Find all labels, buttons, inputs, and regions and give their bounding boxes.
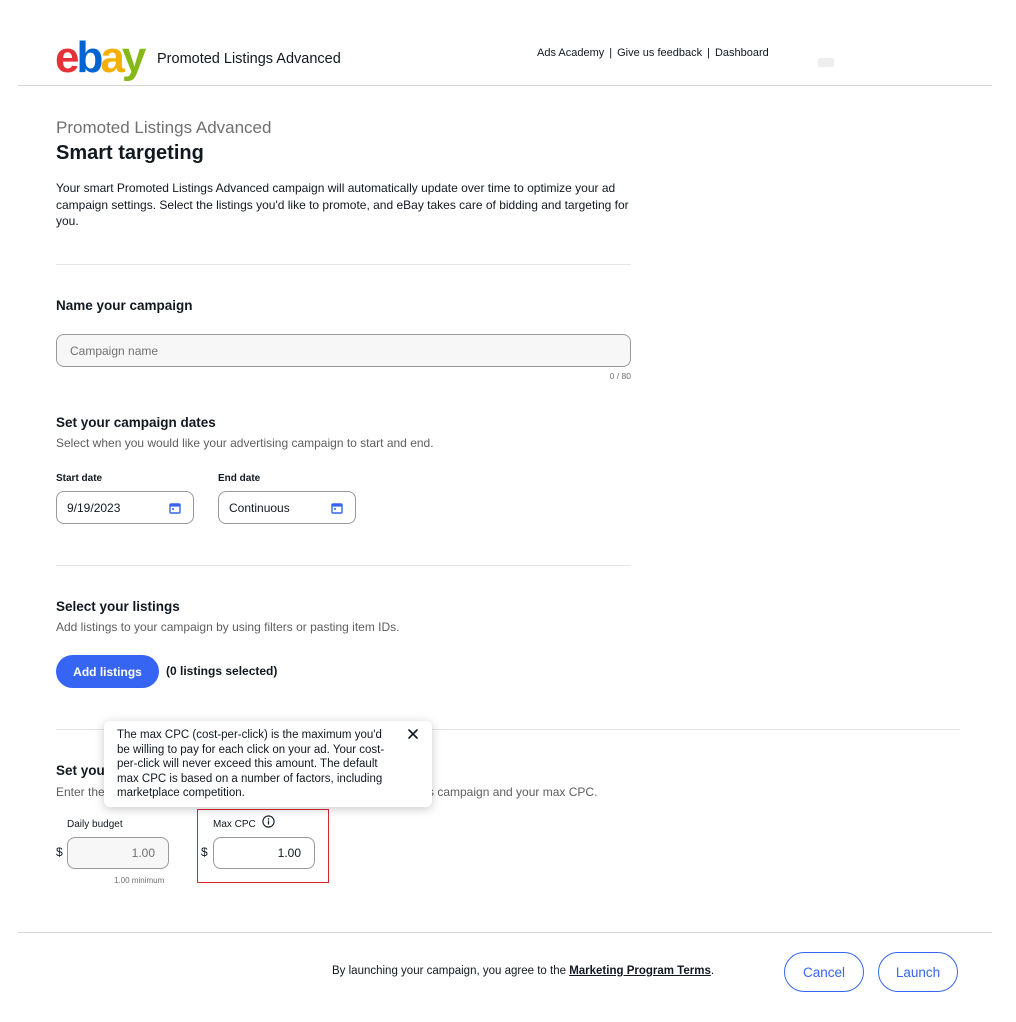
tooltip-close-button[interactable] <box>406 727 420 741</box>
give-feedback-link[interactable]: Give us feedback <box>617 47 702 59</box>
end-date-label: End date <box>218 473 261 484</box>
listings-section-subtitle: Add listings to your campaign by using f… <box>56 620 400 634</box>
currency-symbol: $ <box>56 845 63 859</box>
budget-section-subtitle-start: Enter the <box>56 785 105 799</box>
start-date-value: 9/19/2023 <box>67 500 121 515</box>
max-cpc-input[interactable] <box>213 837 315 869</box>
close-icon <box>408 729 418 739</box>
listings-selected-count: (0 listings selected) <box>166 664 278 678</box>
start-date-label: Start date <box>56 473 103 484</box>
cancel-button[interactable]: Cancel <box>784 952 864 992</box>
name-section-title: Name your campaign <box>56 298 193 313</box>
logo-letter-y: y <box>121 33 147 82</box>
section-divider <box>56 565 631 566</box>
page-eyebrow: Promoted Listings Advanced <box>56 118 272 137</box>
max-cpc-tooltip: The max CPC (cost-per-click) is the maxi… <box>104 721 432 807</box>
page-intro: Your smart Promoted Listings Advanced ca… <box>56 181 629 228</box>
ads-academy-link[interactable]: Ads Academy <box>537 47 604 59</box>
terms-notice: By launching your campaign, you agree to… <box>332 965 714 977</box>
ebay-logo[interactable]: ebay <box>55 33 147 82</box>
launch-button[interactable]: Launch <box>878 952 958 992</box>
tooltip-text: The max CPC (cost-per-click) is the maxi… <box>117 729 385 800</box>
calendar-icon[interactable] <box>331 502 343 514</box>
dates-section-title: Set your campaign dates <box>56 415 216 430</box>
header-decoration <box>818 58 834 67</box>
terms-prefix: By launching your campaign, you agree to… <box>332 965 570 977</box>
listings-section-title: Select your listings <box>56 599 180 614</box>
campaign-name-input[interactable] <box>56 334 631 367</box>
dashboard-link[interactable]: Dashboard <box>715 47 769 59</box>
budget-section-subtitle-end: s campaign and your max CPC. <box>428 785 598 799</box>
currency-symbol: $ <box>201 845 208 859</box>
daily-budget-input[interactable] <box>67 837 169 869</box>
top-links: Ads Academy | Give us feedback | Dashboa… <box>537 47 769 59</box>
terms-suffix: . <box>710 965 715 977</box>
product-name: Promoted Listings Advanced <box>157 51 341 67</box>
calendar-icon[interactable] <box>169 502 181 514</box>
footer-divider <box>18 932 992 933</box>
header-divider <box>18 85 992 86</box>
link-separator: | <box>707 47 710 59</box>
logo-letter-b: b <box>76 33 103 82</box>
end-date-field[interactable]: Continuous <box>218 491 356 524</box>
end-date-value: Continuous <box>229 500 290 515</box>
dates-section-subtitle: Select when you would like your advertis… <box>56 436 434 450</box>
add-listings-button[interactable]: Add listings <box>56 655 159 688</box>
logo-letter-e: e <box>55 33 80 82</box>
character-counter: 0 / 80 <box>609 371 631 381</box>
budget-section-title: Set you <box>56 763 105 778</box>
marketing-program-terms-link[interactable]: Marketing Program Terms <box>569 965 711 977</box>
daily-budget-label: Daily budget <box>67 819 123 830</box>
info-icon[interactable] <box>262 815 275 828</box>
page-header: ebay Promoted Listings Advanced Ads Acad… <box>0 0 1016 86</box>
logo-letter-a: a <box>100 33 125 82</box>
page-title: Smart targeting <box>56 142 204 164</box>
link-separator: | <box>609 47 613 59</box>
max-cpc-label: Max CPC <box>213 819 256 830</box>
section-divider <box>56 264 631 265</box>
daily-budget-minimum-note: 1.00 minimum <box>114 876 165 885</box>
start-date-field[interactable]: 9/19/2023 <box>56 491 194 524</box>
